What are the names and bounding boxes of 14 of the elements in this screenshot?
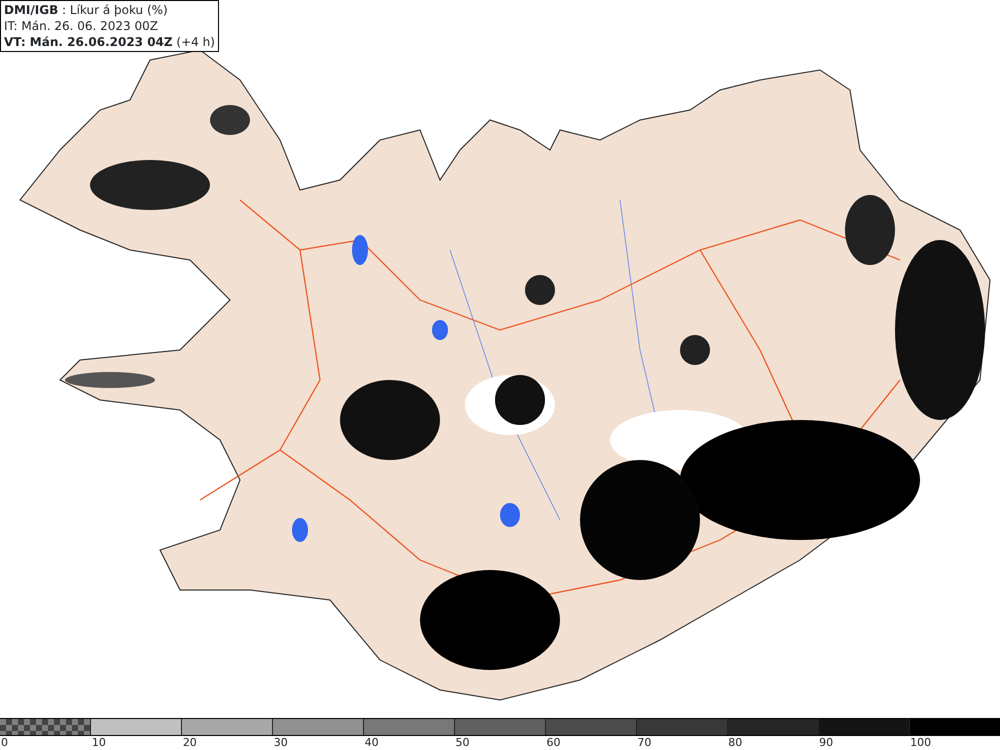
legend-tick-label: 70 xyxy=(637,736,652,749)
map-title: DMI/IGB : Líkur á þoku (%) xyxy=(4,2,169,18)
legend-tick-label: 20 xyxy=(182,736,197,749)
legend-tick-label: 30 xyxy=(274,736,288,749)
legend-tick-label: 60 xyxy=(546,736,560,749)
legend-tick-label: 10 xyxy=(92,736,106,749)
legend-tick-label: 50 xyxy=(456,736,470,749)
legend-tick-label: 40 xyxy=(364,736,379,749)
legend-tick-label: 80 xyxy=(728,736,742,749)
issue-time: IT: Mán. 26. 06. 2023 00Z xyxy=(4,18,159,34)
valid-time: VT: Mán. 26.06.2023 04Z (+4 h) xyxy=(4,34,215,50)
legend-tick-label: 90 xyxy=(819,736,834,749)
legend-tick-label: 100 xyxy=(910,736,932,749)
legend-tick-label: 0 xyxy=(1,736,8,749)
